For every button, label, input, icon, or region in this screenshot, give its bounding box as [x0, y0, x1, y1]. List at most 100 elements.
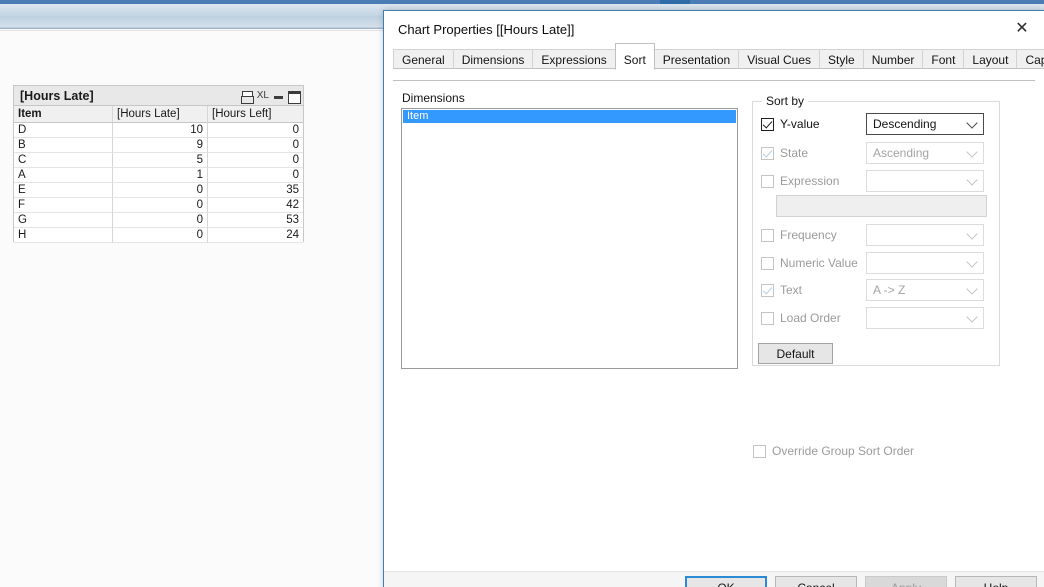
cell-item[interactable]: H	[14, 228, 113, 243]
dropdown-numeric-value	[866, 252, 984, 274]
cell-hours-left[interactable]: 42	[208, 198, 303, 213]
dropdown-y-value[interactable]: Descending	[866, 113, 984, 135]
sort-label-frequency: Frequency	[780, 228, 837, 242]
cell-item[interactable]: F	[14, 198, 113, 213]
cell-item[interactable]: B	[14, 138, 113, 153]
cell-hours-late[interactable]: 0	[113, 213, 208, 228]
cell-hours-left[interactable]: 0	[208, 168, 303, 183]
sort-label-y-value: Y-value	[780, 117, 820, 131]
cell-hours-left[interactable]: 0	[208, 153, 303, 168]
dialog-tabstrip: General Dimensions Expressions Sort Pres…	[393, 43, 1044, 70]
tab-layout[interactable]: Layout	[963, 49, 1018, 69]
tab-number[interactable]: Number	[862, 49, 924, 69]
chart-table: Item [Hours Late] [Hours Left] D 10 0 B …	[14, 106, 303, 243]
chevron-down-icon	[966, 311, 978, 323]
chevron-down-icon	[966, 117, 978, 129]
sort-by-group: Y-value Descending State Ascending Expre…	[752, 101, 1000, 366]
checkbox-override-group-sort-order	[753, 444, 766, 458]
table-row[interactable]: C 5 0	[14, 153, 303, 168]
cell-hours-late[interactable]: 10	[113, 123, 208, 138]
dialog-title: Chart Properties [[Hours Late]]	[398, 21, 575, 37]
column-header-hours-left[interactable]: [Hours Left]	[208, 106, 303, 123]
cell-hours-late[interactable]: 9	[113, 138, 208, 153]
cell-hours-left[interactable]: 0	[208, 123, 303, 138]
screen-root: [Hours Late] XL Item [Hours Late] [Hours…	[0, 0, 1044, 587]
table-row[interactable]: F 0 42	[14, 198, 303, 213]
tab-style[interactable]: Style	[819, 49, 864, 69]
cell-item[interactable]: D	[14, 123, 113, 138]
cell-item[interactable]: A	[14, 168, 113, 183]
cell-item[interactable]: E	[14, 183, 113, 198]
dimensions-listbox[interactable]: Item	[401, 108, 738, 369]
table-row[interactable]: E 0 35	[14, 183, 303, 198]
dropdown-y-value-value: Descending	[873, 117, 937, 131]
cell-item[interactable]: C	[14, 153, 113, 168]
apply-button: Apply	[865, 576, 947, 587]
cell-hours-late[interactable]: 0	[113, 183, 208, 198]
ok-button[interactable]: OK	[685, 576, 767, 587]
table-row[interactable]: A 1 0	[14, 168, 303, 183]
table-row[interactable]: D 10 0	[14, 123, 303, 138]
column-header-hours-late[interactable]: [Hours Late]	[113, 106, 208, 123]
dropdown-state: Ascending	[866, 142, 984, 164]
tab-visual-cues[interactable]: Visual Cues	[738, 49, 821, 69]
sort-row-state: State	[761, 141, 808, 165]
cell-hours-late[interactable]: 1	[113, 168, 208, 183]
dialog-titlebar[interactable]: Chart Properties [[Hours Late]] ✕	[384, 11, 1044, 47]
sort-row-frequency: Frequency	[761, 223, 837, 247]
sort-label-numeric-value: Numeric Value	[780, 256, 858, 270]
dropdown-load-order	[866, 307, 984, 329]
table-row[interactable]: H 0 24	[14, 228, 303, 243]
cell-item[interactable]: G	[14, 213, 113, 228]
cancel-button[interactable]: Cancel	[775, 576, 857, 587]
override-group-sort-order-row: Override Group Sort Order	[753, 444, 914, 458]
dropdown-state-value: Ascending	[873, 146, 930, 160]
checkbox-frequency	[761, 228, 774, 242]
default-button[interactable]: Default	[758, 343, 833, 364]
background-window-tab-nub	[660, 0, 690, 4]
dropdown-text: A -> Z	[866, 279, 984, 301]
checkbox-expression	[761, 174, 774, 188]
minimize-icon[interactable]	[274, 91, 283, 101]
tab-general[interactable]: General	[393, 49, 454, 69]
tab-sort[interactable]: Sort	[614, 43, 655, 70]
sort-label-state: State	[780, 146, 809, 160]
background-window-titlebar-accent	[0, 0, 1044, 4]
print-icon[interactable]	[240, 90, 254, 104]
excel-export-icon[interactable]: XL	[257, 91, 269, 101]
chevron-down-icon	[966, 283, 978, 295]
sort-label-load-order: Load Order	[780, 311, 841, 325]
tab-presentation[interactable]: Presentation	[653, 49, 740, 69]
list-item[interactable]: Item	[403, 110, 736, 123]
chart-object[interactable]: [Hours Late] XL Item [Hours Late] [Hours…	[13, 85, 304, 243]
chart-object-caption-icons: XL	[240, 86, 301, 106]
table-row[interactable]: G 0 53	[14, 213, 303, 228]
column-header-item[interactable]: Item	[14, 106, 113, 123]
dropdown-frequency	[866, 224, 984, 246]
sort-row-text: Text	[761, 278, 802, 302]
cell-hours-left[interactable]: 0	[208, 138, 303, 153]
checkbox-y-value[interactable]	[761, 117, 774, 131]
cell-hours-left[interactable]: 24	[208, 228, 303, 243]
chevron-down-icon	[966, 146, 978, 158]
maximize-icon[interactable]	[288, 91, 301, 104]
cell-hours-late[interactable]: 5	[113, 153, 208, 168]
tab-caption[interactable]: Caption	[1016, 49, 1044, 69]
checkbox-state	[761, 146, 774, 160]
dropdown-text-value: A -> Z	[873, 283, 906, 297]
chart-object-caption[interactable]: [Hours Late] XL	[14, 86, 303, 106]
sort-label-text: Text	[780, 283, 803, 297]
cell-hours-late[interactable]: 0	[113, 228, 208, 243]
cell-hours-late[interactable]: 0	[113, 198, 208, 213]
table-row[interactable]: B 9 0	[14, 138, 303, 153]
sort-row-y-value[interactable]: Y-value	[761, 112, 820, 136]
tab-expressions[interactable]: Expressions	[532, 49, 616, 69]
tab-dimensions[interactable]: Dimensions	[452, 49, 534, 69]
cell-hours-left[interactable]: 35	[208, 183, 303, 198]
close-icon[interactable]: ✕	[1000, 11, 1044, 44]
help-button[interactable]: Help	[955, 576, 1037, 587]
sort-by-legend: Sort by	[762, 94, 809, 108]
tab-font[interactable]: Font	[922, 49, 965, 69]
checkbox-load-order	[761, 311, 774, 325]
cell-hours-left[interactable]: 53	[208, 213, 303, 228]
